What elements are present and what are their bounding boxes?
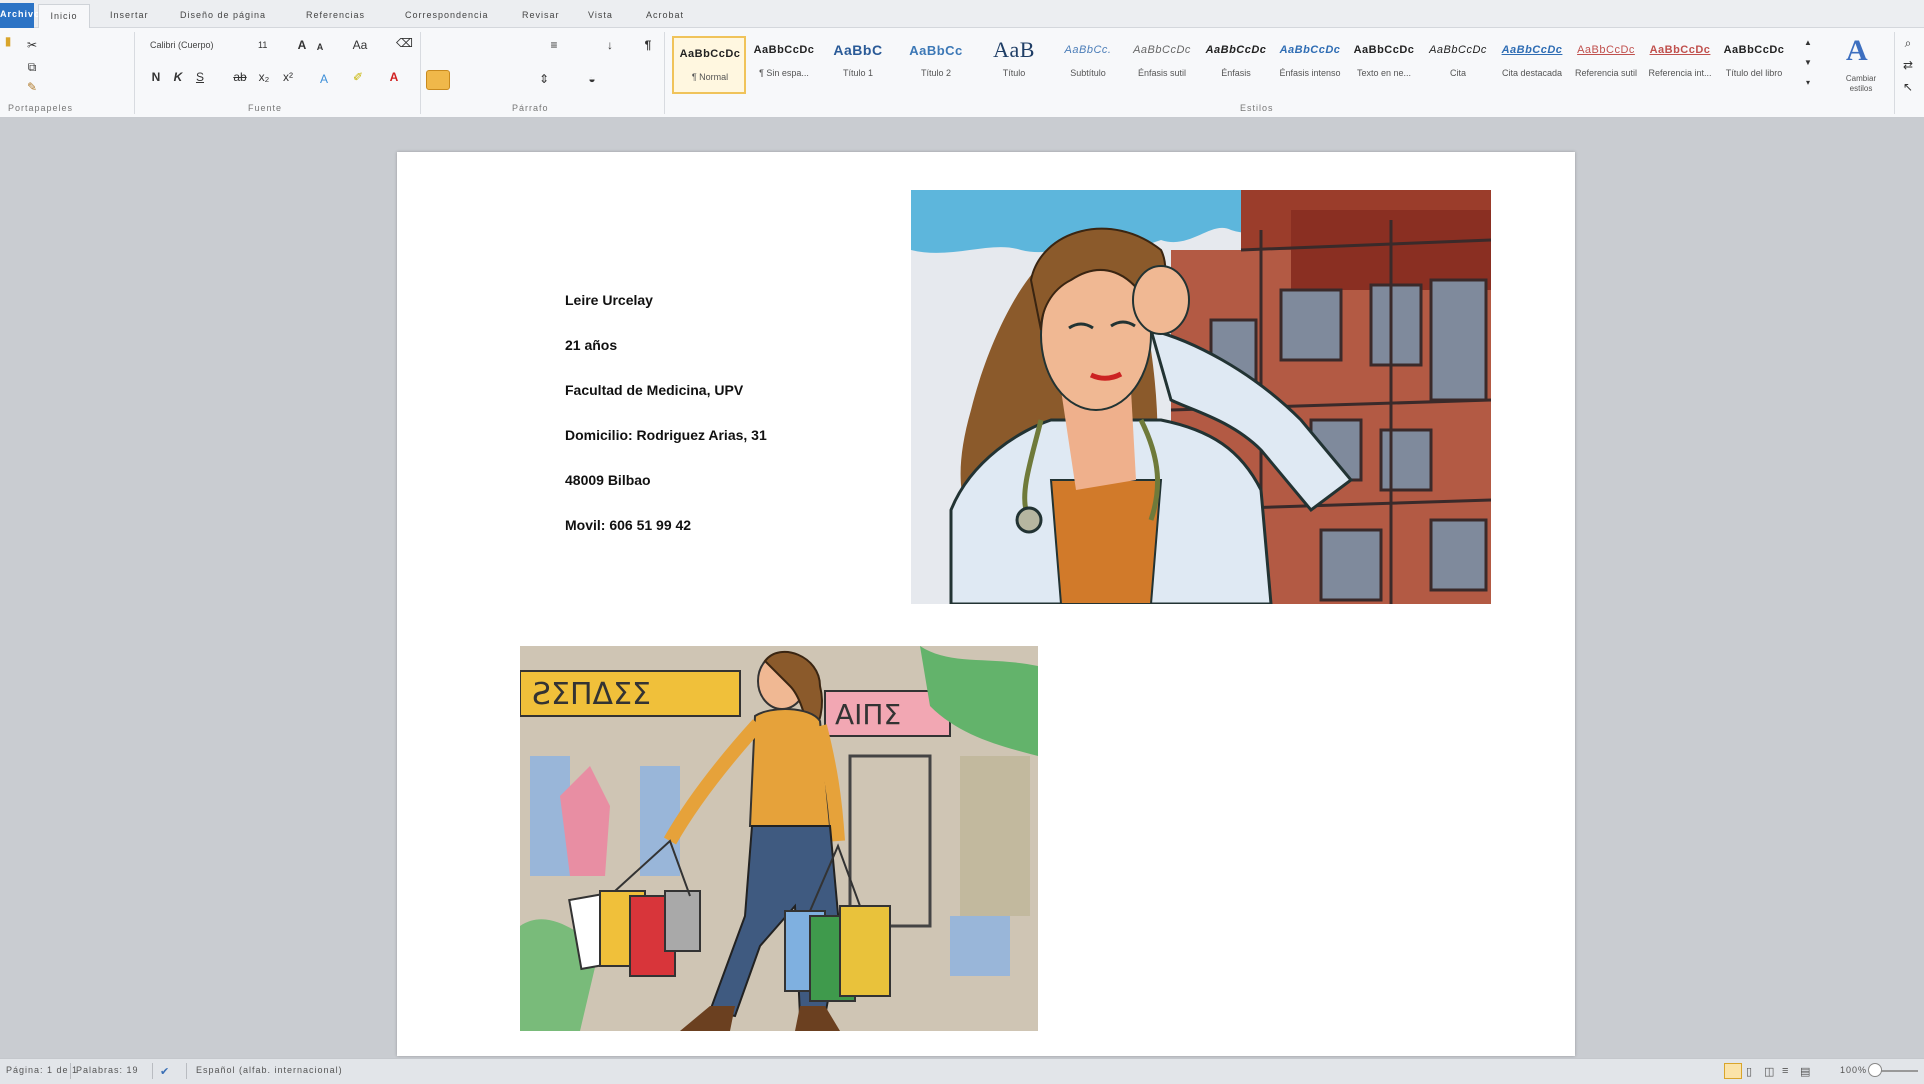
tab-acrobat[interactable]: Acrobat [646, 4, 684, 26]
style-quote[interactable]: AaBbCcDc Cita [1422, 34, 1494, 90]
style-strong[interactable]: AaBbCcDc Texto en ne... [1348, 34, 1420, 90]
style-title[interactable]: AaB Título [978, 34, 1050, 90]
italic-icon[interactable]: K [170, 70, 186, 84]
group-label-clipboard: Portapapeles [8, 103, 74, 113]
style-heading-2[interactable]: AaBbCc Título 2 [900, 34, 972, 90]
status-separator [70, 1063, 71, 1079]
group-separator [664, 32, 665, 114]
shopping-illustration-art: ƧΣΠΔΣΣ ΑΙΠΣ [520, 646, 1038, 1031]
status-words[interactable]: Palabras: 19 [76, 1065, 139, 1075]
tab-view[interactable]: Vista [588, 4, 613, 26]
paragraph-shading-icon[interactable]: ◒ [584, 72, 600, 86]
font-name-box[interactable]: Calibri (Cuerpo) [150, 38, 250, 52]
tab-file[interactable]: Archivo [0, 3, 40, 28]
text-faculty: Facultad de Medicina, UPV [565, 382, 744, 398]
spellcheck-icon[interactable]: ✔ [160, 1065, 170, 1078]
view-draft-icon[interactable]: ▤ [1800, 1065, 1811, 1078]
status-zoom[interactable]: 100% [1840, 1065, 1867, 1075]
group-label-font: Fuente [248, 103, 283, 113]
text-effects-icon[interactable]: A [316, 72, 332, 86]
style-subtitle[interactable]: AaBbCc. Subtítulo [1052, 34, 1124, 90]
view-outline-icon[interactable]: ≡ [1782, 1065, 1789, 1077]
copy-icon[interactable]: ⧉ [24, 60, 40, 74]
style-subtle-reference[interactable]: AaBbCcDc Referencia sutil [1570, 34, 1642, 90]
font-color-icon[interactable]: A [386, 70, 402, 84]
doctor-illustration[interactable] [911, 190, 1491, 604]
style-intense-quote[interactable]: AaBbCcDc Cita destacada [1496, 34, 1568, 90]
tab-review[interactable]: Revisar [522, 4, 560, 26]
select-icon[interactable]: ↖ [1900, 80, 1916, 94]
ribbon-tab-strip: Archivo Inicio Insertar Diseño de página… [0, 0, 1924, 28]
subscript-icon[interactable]: x₂ [256, 70, 272, 84]
status-bar: Página: 1 de 1 Palabras: 19 ✔ Español (a… [0, 1058, 1924, 1084]
style-emphasis[interactable]: AaBbCcDc Énfasis [1200, 34, 1272, 90]
bold-icon[interactable]: N [148, 70, 164, 84]
tab-home[interactable]: Inicio [38, 4, 90, 28]
shop-sign-right: ΑΙΠΣ [835, 698, 901, 731]
grow-font-icon[interactable]: A [294, 38, 310, 52]
group-label-paragraph: Párrafo [512, 103, 549, 113]
text-address: Domicilio: Rodriguez Arias, 31 [565, 427, 767, 443]
tab-mailings[interactable]: Correspondencia [405, 4, 489, 26]
change-styles-icon: A [1846, 34, 1868, 67]
change-styles-label: Cambiar estilos [1845, 74, 1877, 93]
clear-format-icon[interactable]: ⌫ [396, 36, 413, 50]
status-separator [152, 1063, 153, 1079]
document-page[interactable]: Leire Urcelay 21 años Facultad de Medici… [397, 152, 1575, 1056]
cut-icon[interactable]: ✂ [24, 38, 40, 52]
superscript-icon[interactable]: x² [280, 70, 296, 84]
styles-more-icon[interactable]: ▾ [1800, 76, 1816, 90]
font-size-box[interactable]: 11 [258, 38, 267, 52]
status-separator [186, 1063, 187, 1079]
group-label-styles: Estilos [1240, 103, 1274, 113]
style-heading-1[interactable]: AaBbC Título 1 [822, 34, 894, 90]
strikethrough-icon[interactable]: ab [232, 70, 248, 84]
tab-page-layout[interactable]: Diseño de página [180, 4, 266, 26]
line-spacing-icon[interactable]: ⇕ [536, 72, 552, 86]
view-web-layout-icon[interactable]: ◫ [1764, 1065, 1775, 1078]
view-full-screen-icon[interactable]: ▯ [1746, 1065, 1753, 1078]
change-case-icon[interactable]: Aa [352, 38, 368, 52]
shop-sign-left: ƧΣΠΔΣΣ [532, 677, 651, 712]
ribbon: ▮ ✂ ⧉ ✎ Portapapeles Calibri (Cuerpo) 11… [0, 28, 1924, 118]
shrink-font-icon[interactable]: A [312, 40, 328, 54]
status-language[interactable]: Español (alfab. internacional) [196, 1065, 343, 1075]
style-no-spacing[interactable]: AaBbCcDc ¶ Sin espa... [748, 34, 820, 90]
change-styles-button[interactable]: A Cambiar estilos [1836, 34, 1886, 98]
doctor-illustration-art [911, 190, 1491, 604]
group-separator [1894, 32, 1895, 114]
style-subtle-emphasis[interactable]: AaBbCcDc Énfasis sutil [1126, 34, 1198, 90]
text-postal-city: 48009 Bilbao [565, 472, 651, 488]
style-normal[interactable]: AaBbCcDc ¶ Normal [672, 36, 746, 94]
view-print-layout-icon[interactable] [1724, 1063, 1742, 1079]
style-intense-emphasis[interactable]: AaBbCcDc Énfasis intenso [1274, 34, 1346, 90]
text-age: 21 años [565, 337, 618, 353]
shopping-illustration[interactable]: ƧΣΠΔΣΣ ΑΙΠΣ [520, 646, 1038, 1031]
tab-insert[interactable]: Insertar [110, 4, 149, 26]
replace-icon[interactable]: ⇄ [1900, 58, 1916, 72]
status-page[interactable]: Página: 1 de 1 [6, 1065, 78, 1075]
zoom-slider-thumb[interactable] [1868, 1063, 1882, 1077]
multilevel-list-icon[interactable]: ≡ [546, 38, 562, 52]
find-icon[interactable]: ⌕ [1900, 36, 1916, 50]
styles-scroll-down-icon[interactable]: ▼ [1800, 56, 1816, 70]
format-painter-icon[interactable]: ✎ [24, 80, 40, 94]
group-separator [420, 32, 421, 114]
tab-references[interactable]: Referencias [306, 4, 365, 26]
text-phone: Movil: 606 51 99 42 [565, 517, 692, 533]
highlight-icon[interactable]: ✐ [350, 70, 366, 84]
paste-icon[interactable]: ▮ [0, 34, 16, 48]
group-separator [134, 32, 135, 114]
style-intense-reference[interactable]: AaBbCcDc Referencia int... [1644, 34, 1716, 90]
style-book-title[interactable]: AaBbCcDc Título del libro [1718, 34, 1790, 90]
sort-icon[interactable]: ↓ [602, 38, 618, 52]
underline-icon[interactable]: S [192, 70, 208, 84]
shading-icon[interactable] [426, 70, 450, 90]
styles-scroll-up-icon[interactable]: ▲ [1800, 36, 1816, 50]
show-marks-icon[interactable]: ¶ [640, 38, 656, 52]
text-name: Leire Urcelay [565, 292, 653, 308]
